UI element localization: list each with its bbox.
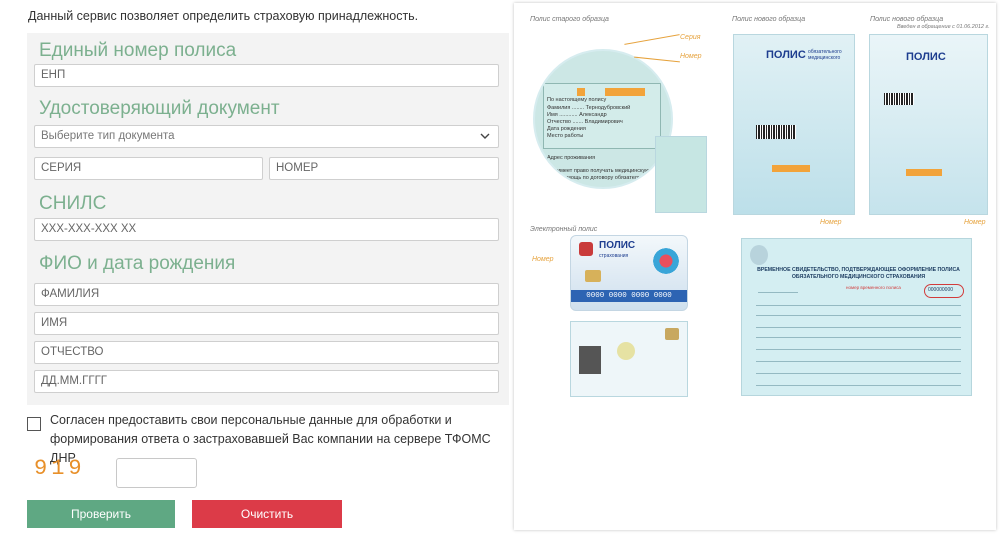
temporary-certificate: ВРЕМЕННОЕ СВИДЕТЕЛЬСТВО, ПОДТВЕРЖДАЮЩЕЕ … bbox=[741, 238, 972, 396]
number-mark-4: Номер bbox=[532, 256, 554, 263]
e-polis-sub: страхования bbox=[599, 253, 629, 259]
series-mark: Серия bbox=[680, 34, 701, 41]
section-title-fio: ФИО и дата рождения bbox=[39, 253, 236, 274]
temp-certificate-title: ВРЕМЕННОЕ СВИДЕТЕЛЬСТВО, ПОДТВЕРЖДАЮЩЕЕ … bbox=[757, 267, 960, 280]
number-mark-3: Номер bbox=[964, 219, 986, 226]
new-policy-card-2: ПОЛИС bbox=[869, 34, 988, 215]
name-input[interactable]: ИМЯ bbox=[34, 312, 499, 335]
chevron-down-icon bbox=[480, 126, 490, 140]
check-button[interactable]: Проверить bbox=[27, 500, 175, 528]
temp-number: 000000000 bbox=[928, 287, 954, 293]
old-policy-caption: Полис старого образца bbox=[530, 16, 609, 23]
polis-sub: обязательного медицинского bbox=[808, 49, 842, 61]
document-type-value: Выберите тип документа bbox=[41, 130, 175, 142]
patronymic-input[interactable]: ОТЧЕСТВО bbox=[34, 341, 499, 364]
enp-input[interactable]: ЕНП bbox=[34, 64, 499, 87]
new-policy-note: Введен в обращение с 01.06.2012 г. bbox=[897, 24, 990, 30]
captcha-code: 919 bbox=[34, 456, 86, 481]
old-policy-magnifier: По настоящему полису Фамилия ........ Те… bbox=[533, 49, 673, 189]
captcha-input[interactable] bbox=[116, 458, 197, 488]
old-policy-card bbox=[655, 136, 707, 213]
electronic-policy-caption: Электронный полис bbox=[530, 226, 598, 233]
birthdate-input[interactable]: ДД.ММ.ГГГГ bbox=[34, 370, 499, 393]
section-title-snils: СНИЛС bbox=[39, 193, 107, 214]
number-mark-2: Номер bbox=[820, 219, 842, 226]
clear-button[interactable]: Очистить bbox=[192, 500, 342, 528]
policy-samples-image: Полис старого образца Полис нового образ… bbox=[514, 3, 996, 530]
snils-input[interactable]: XXX-XXX-XXX XX bbox=[34, 218, 499, 241]
e-card-number: 0000 0000 0000 0000 bbox=[571, 290, 687, 302]
new-policy-caption: Полис нового образца bbox=[732, 16, 806, 23]
electronic-policy-back bbox=[570, 321, 688, 397]
consent-checkbox[interactable] bbox=[27, 417, 41, 431]
document-type-select[interactable]: Выберите тип документа bbox=[34, 125, 499, 148]
search-form: Единый номер полиса ЕНП Удостоверяющий д… bbox=[27, 33, 509, 405]
polis-word-2: ПОЛИС bbox=[906, 51, 946, 63]
temp-number-label: номер временного полиса bbox=[846, 285, 901, 290]
number-mark: Номер bbox=[680, 53, 702, 60]
intro-text: Данный сервис позволяет определить страх… bbox=[28, 9, 419, 23]
series-input[interactable]: СЕРИЯ bbox=[34, 157, 263, 180]
new-policy-card: ПОЛИС обязательного медицинского bbox=[733, 34, 855, 215]
polis-word: ПОЛИС bbox=[766, 49, 806, 61]
section-title-policy: Единый номер полиса bbox=[39, 40, 237, 61]
section-title-document: Удостоверяющий документ bbox=[39, 98, 280, 119]
surname-input[interactable]: ФАМИЛИЯ bbox=[34, 283, 499, 306]
e-polis-word: ПОЛИС bbox=[599, 240, 636, 251]
number-input[interactable]: НОМЕР bbox=[269, 157, 499, 180]
new-policy-caption-2: Полис нового образца bbox=[870, 16, 944, 23]
electronic-policy-card: ПОЛИС страхования 0000 0000 0000 0000 bbox=[570, 235, 688, 311]
